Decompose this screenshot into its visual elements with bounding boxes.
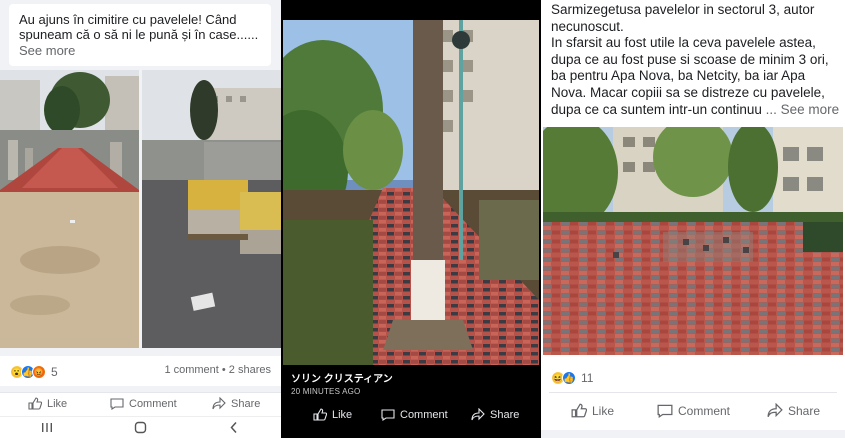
share-button[interactable]: Share bbox=[471, 408, 519, 421]
reactions-bar: 😆 👍 11 bbox=[541, 362, 845, 386]
see-more-link[interactable]: ... See more bbox=[766, 102, 840, 117]
comment-button[interactable]: Comment bbox=[381, 408, 448, 421]
reaction-count: 5 bbox=[51, 365, 58, 379]
like-label: Like bbox=[332, 408, 353, 421]
post-photos[interactable] bbox=[0, 70, 281, 348]
share-button[interactable]: Share bbox=[212, 397, 260, 410]
share-label: Share bbox=[490, 408, 520, 421]
bottom-separator bbox=[541, 430, 845, 438]
angry-reaction-icon: 😡 bbox=[32, 365, 46, 379]
photo-tree-in-paved-path[interactable] bbox=[283, 20, 539, 365]
comment-label: Comment bbox=[129, 397, 177, 410]
comments-shares-count[interactable]: 1 comment • 2 shares bbox=[164, 364, 271, 376]
comment-button[interactable]: Comment bbox=[657, 403, 730, 418]
comment-label: Comment bbox=[678, 403, 731, 418]
comment-icon bbox=[110, 398, 124, 410]
post-text: Au ajuns în cimitire cu pavelele! Când s… bbox=[19, 12, 259, 42]
like-label: Like bbox=[592, 403, 615, 418]
photo-courtyard-pavers[interactable] bbox=[543, 127, 843, 355]
share-icon bbox=[767, 403, 783, 418]
like-reaction-icon: 👍 bbox=[562, 371, 576, 385]
thumbs-up-icon bbox=[313, 408, 327, 421]
share-icon bbox=[471, 408, 485, 421]
post-actions: Like Comment Share bbox=[549, 392, 837, 430]
post-text: Sarmizegetusa pavelelor in sectorul 3, a… bbox=[551, 2, 841, 118]
author-bar: ソリン クリスティアン 20 MINUTES AGO bbox=[281, 366, 541, 396]
comment-label: Comment bbox=[400, 408, 448, 421]
comment-icon bbox=[657, 404, 673, 418]
like-button[interactable]: Like bbox=[313, 408, 352, 421]
reactions-bar: 😮 👍 😡 5 1 comment • 2 shares bbox=[0, 356, 281, 386]
like-button[interactable]: Like bbox=[28, 397, 67, 410]
comment-button[interactable]: Comment bbox=[110, 397, 177, 410]
thumbs-up-icon bbox=[28, 397, 42, 410]
like-button[interactable]: Like bbox=[571, 403, 614, 418]
comment-icon bbox=[381, 409, 395, 421]
share-icon bbox=[212, 397, 226, 410]
reactions-summary[interactable]: 😮 👍 😡 5 bbox=[10, 363, 58, 381]
author-name[interactable]: ソリン クリスティアン bbox=[291, 370, 541, 385]
post-actions: Like Comment Share bbox=[0, 392, 281, 416]
share-button[interactable]: Share bbox=[767, 403, 820, 418]
post-panel-cemetery: Au ajuns în cimitire cu pavelele! Când s… bbox=[0, 0, 281, 438]
recent-apps-icon[interactable] bbox=[37, 420, 57, 436]
home-icon[interactable] bbox=[130, 420, 150, 436]
like-label: Like bbox=[47, 397, 68, 410]
reactions-summary[interactable]: 😆 👍 11 bbox=[551, 369, 593, 387]
share-label: Share bbox=[231, 397, 261, 410]
post-actions: Like Comment Share bbox=[281, 398, 541, 438]
photo-paver-pallets[interactable] bbox=[142, 70, 281, 348]
post-panel-courtyard: Sarmizegetusa pavelelor in sectorul 3, a… bbox=[541, 0, 845, 438]
photo-cemetery-path[interactable] bbox=[0, 70, 139, 348]
post-text-body: Sarmizegetusa pavelelor in sectorul 3, a… bbox=[551, 2, 829, 117]
post-panel-tree-path: ソリン クリスティアン 20 MINUTES AGO Like Comment … bbox=[281, 0, 541, 438]
see-more-link[interactable]: See more bbox=[19, 43, 261, 58]
thumbs-up-icon bbox=[571, 403, 587, 418]
post-text-card: Au ajuns în cimitire cu pavelele! Când s… bbox=[9, 4, 271, 66]
post-time[interactable]: 20 MINUTES AGO bbox=[291, 387, 541, 396]
android-nav-bar bbox=[0, 416, 281, 438]
share-label: Share bbox=[788, 403, 821, 418]
back-icon[interactable] bbox=[224, 420, 244, 436]
reaction-count: 11 bbox=[581, 371, 594, 385]
